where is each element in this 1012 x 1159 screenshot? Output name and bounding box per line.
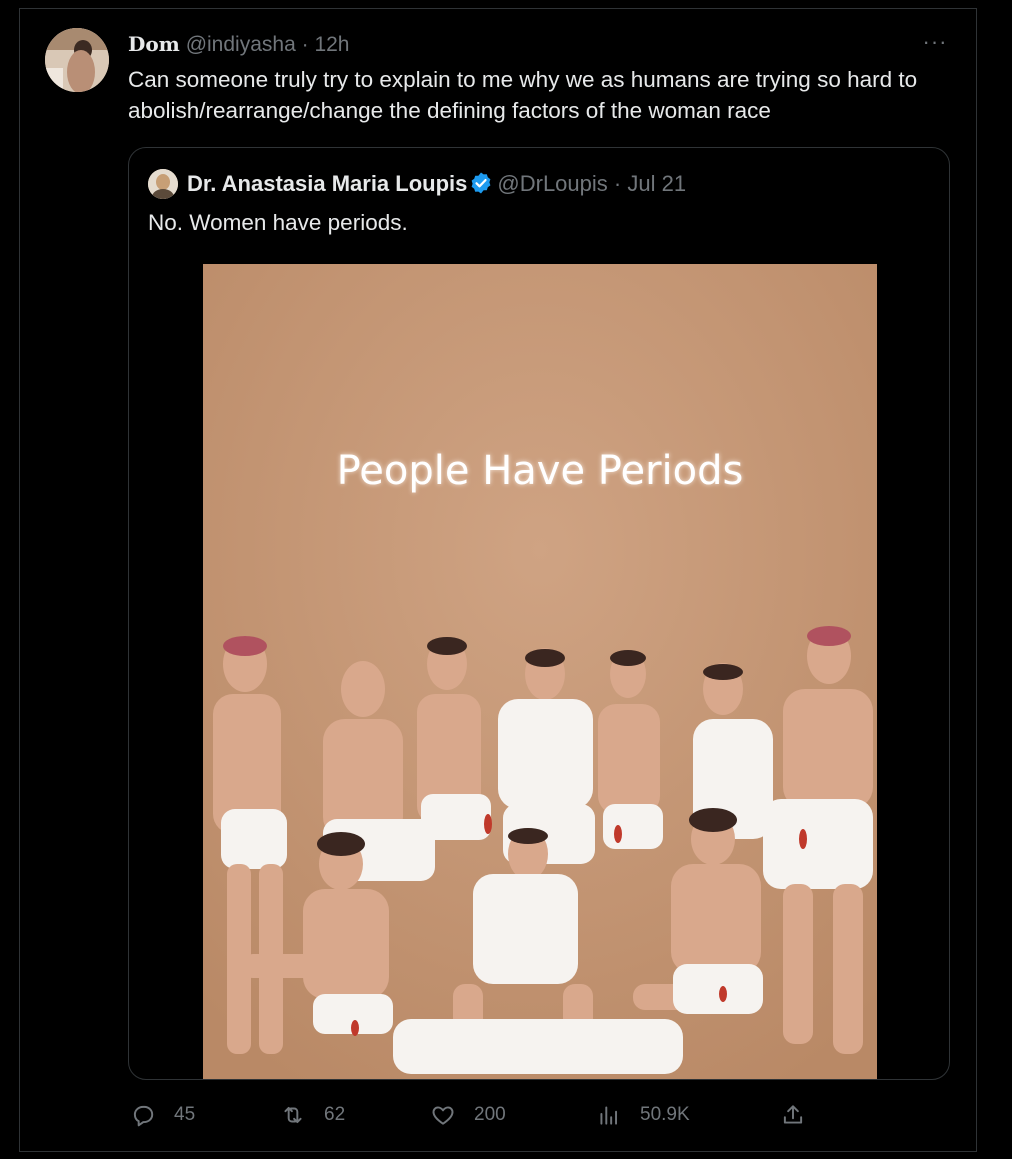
repost-button[interactable]: 62 (280, 1095, 345, 1135)
repost-count: 62 (324, 1104, 346, 1125)
heart-icon (432, 1106, 454, 1125)
quoted-tweet[interactable]: Dr. Anastasia Maria Loupis @DrLoupis · Ju… (128, 147, 950, 1080)
quoted-tweet-text: No. Women have periods. (148, 210, 408, 235)
share-button[interactable] (780, 1095, 824, 1135)
author-handle[interactable]: @indiyasha (186, 33, 296, 56)
quoted-author-handle[interactable]: @DrLoupis (497, 171, 607, 196)
reply-icon (133, 1105, 154, 1127)
quoted-tweet-image[interactable]: People Have Periods People Have Periods (203, 264, 877, 1079)
tweet-header: Dom @indiyasha · 12h (128, 30, 349, 59)
verified-badge-icon (469, 171, 493, 202)
like-count: 200 (474, 1104, 506, 1125)
view-count: 50.9K (640, 1104, 690, 1125)
views-button[interactable]: 50.9K (596, 1095, 690, 1135)
image-headline: People Have Periods (337, 448, 744, 494)
quoted-tweet-date[interactable]: Jul 21 (627, 171, 686, 196)
repost-icon (284, 1106, 302, 1124)
quoted-author-name[interactable]: Dr. Anastasia Maria Loupis (187, 171, 467, 196)
header-separator: · (301, 33, 309, 56)
views-icon (600, 1106, 618, 1125)
author-avatar[interactable] (45, 28, 109, 92)
quoted-tweet-header: Dr. Anastasia Maria Loupis @DrLoupis · Ju… (187, 170, 686, 202)
share-icon (783, 1105, 803, 1124)
tweet-actions: 45 62 200 50.9K (130, 1095, 830, 1135)
more-options-button[interactable]: ··· (920, 30, 950, 58)
tweet-time[interactable]: 12h (314, 33, 349, 56)
like-button[interactable]: 200 (430, 1095, 506, 1135)
author-name[interactable]: Dom (128, 32, 180, 56)
tweet-text: Can someone truly try to explain to me w… (128, 67, 918, 123)
quoted-header-separator: · (613, 171, 622, 196)
reply-count: 45 (174, 1104, 196, 1125)
quoted-author-avatar[interactable] (148, 169, 178, 199)
reply-button[interactable]: 45 (130, 1095, 195, 1135)
